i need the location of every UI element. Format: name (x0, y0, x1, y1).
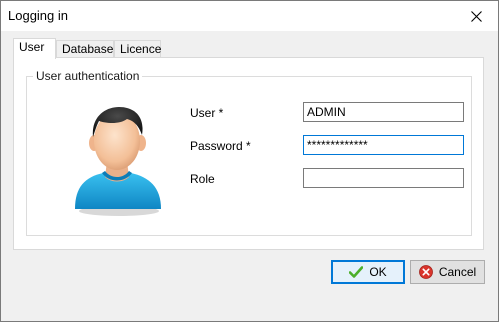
checkmark-icon (349, 266, 364, 278)
tab-database[interactable]: Database (56, 40, 114, 58)
close-button[interactable] (454, 1, 498, 31)
user-label: User * (190, 106, 224, 120)
cancel-icon (418, 265, 433, 279)
cancel-button[interactable]: Cancel (410, 260, 485, 284)
close-icon (470, 10, 482, 22)
tab-user-label: User (19, 40, 45, 54)
user-tab-panel: User authentication User * ADMIN Passwor… (13, 57, 484, 250)
password-input[interactable] (303, 135, 464, 155)
window-title: Logging in (8, 8, 68, 23)
ok-button-label: OK (369, 265, 387, 279)
tab-licence-label: Licence (120, 42, 162, 56)
group-title: User authentication (33, 69, 143, 83)
tab-database-label: Database (62, 42, 114, 56)
role-input[interactable] (303, 168, 464, 188)
user-authentication-group: User authentication User * ADMIN Passwor… (26, 69, 472, 236)
user-input[interactable] (303, 102, 464, 122)
ok-button[interactable]: OK (331, 260, 405, 284)
cancel-button-label: Cancel (438, 265, 477, 279)
role-label: Role (190, 172, 215, 186)
tab-licence[interactable]: Licence (114, 40, 161, 58)
title-bar: Logging in (1, 1, 498, 31)
login-dialog: Logging in User Database Licence User au… (0, 0, 499, 322)
password-label: Password * (190, 139, 251, 153)
tab-user[interactable]: User (13, 38, 56, 59)
user-avatar-icon (75, 107, 161, 216)
